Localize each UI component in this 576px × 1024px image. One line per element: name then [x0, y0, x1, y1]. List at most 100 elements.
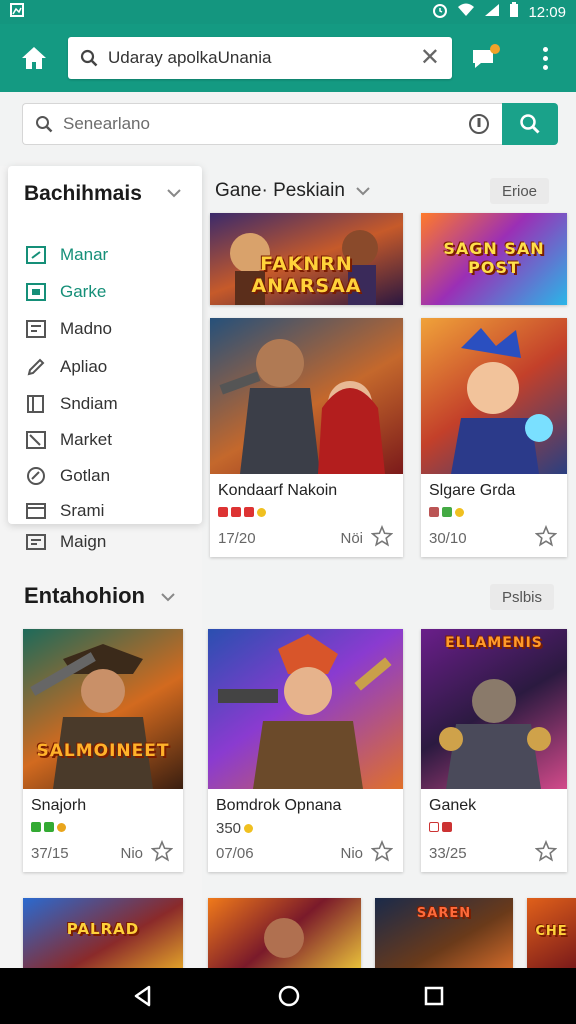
game-tags	[429, 822, 452, 832]
home-circle-icon[interactable]	[277, 984, 301, 1008]
game-card[interactable]: Bomdrok Opnana 350 07/06 Nio	[208, 629, 403, 872]
tag-icon	[218, 507, 228, 517]
badge-icon	[27, 467, 45, 485]
star-icon[interactable]	[535, 840, 557, 862]
tag-icon	[442, 822, 452, 832]
game-title: Ganek	[429, 797, 477, 814]
star-icon[interactable]	[535, 525, 557, 547]
recents-icon[interactable]	[423, 985, 445, 1007]
tag-icon	[244, 507, 254, 517]
game-art: SAREN	[375, 898, 513, 968]
game-rating: Nöi	[340, 530, 363, 547]
coin-icon	[455, 507, 464, 517]
game-card[interactable]: PALRAD	[23, 898, 183, 968]
game-art: ELLAMENIS	[421, 629, 567, 789]
game-meta: 30/10	[429, 530, 467, 547]
game-art: CHE	[527, 898, 576, 968]
category-item[interactable]: Apliao	[26, 354, 107, 380]
category-item[interactable]: Srami	[26, 498, 104, 524]
see-more-button[interactable]: Pslbis	[490, 584, 555, 610]
category-item[interactable]: Madno	[26, 316, 112, 342]
section-header-label: Gane· Peskiain	[215, 180, 345, 201]
tag-icon	[429, 507, 439, 517]
game-art: SAGN SAN POST	[421, 213, 567, 305]
game-art-title: CHE	[535, 924, 568, 939]
game-card[interactable]: SALMOINEET Snajorh 37/15 Nio	[23, 629, 183, 872]
chevron-down-icon	[356, 187, 370, 196]
category-item-label: Market	[60, 430, 112, 449]
category-item-label: Garke	[60, 282, 107, 301]
game-art-title: ELLAMENIS	[445, 635, 543, 651]
media-icon	[26, 320, 46, 338]
category-item-label: Srami	[60, 501, 105, 520]
home-icon	[22, 47, 46, 69]
category-item-label: Sndiam	[60, 394, 118, 413]
chevron-down-icon[interactable]	[166, 188, 182, 198]
filter-button[interactable]: Erioe	[490, 178, 550, 204]
app-bar: Udaray apolkaUnania ✕	[0, 24, 576, 92]
game-banner[interactable]: SAGN SAN POST	[421, 213, 567, 305]
back-icon[interactable]	[131, 984, 155, 1008]
star-icon[interactable]	[371, 840, 393, 862]
clear-icon[interactable]: ✕	[420, 46, 440, 70]
overflow-menu-button[interactable]	[514, 24, 576, 92]
game-banner[interactable]: FAKNRN ANARSAA	[210, 213, 403, 305]
category-item[interactable]: Garke	[26, 279, 106, 305]
messages-button[interactable]	[452, 24, 514, 92]
category-item-label: Apliao	[60, 357, 108, 376]
game-card[interactable]: SAREN	[375, 898, 513, 968]
game-card[interactable]: ELLAMENIS Ganek 33/25	[421, 629, 567, 872]
url-bar[interactable]: Udaray apolkaUnania ✕	[68, 37, 452, 79]
tag-icon	[31, 822, 41, 832]
section-header[interactable]: Gane· Peskiain	[215, 180, 371, 202]
category-item[interactable]: Gotlan	[26, 463, 110, 489]
star-icon[interactable]	[151, 840, 173, 862]
category-item-label: Manar	[60, 245, 109, 264]
game-price-value: 350	[216, 820, 242, 837]
search-placeholder: Senearlano	[63, 114, 150, 133]
star-icon[interactable]	[371, 525, 393, 547]
search-icon	[36, 116, 53, 133]
category-item[interactable]: Manar	[26, 242, 108, 268]
coin-icon	[257, 507, 266, 517]
game-title: Kondaarf Nakoin	[218, 482, 338, 499]
game-tags	[31, 822, 66, 832]
section-title[interactable]: Entahohion	[24, 583, 145, 609]
game-card[interactable]: CHE	[527, 898, 576, 968]
game-rating: Nio	[120, 845, 143, 862]
search-row: Senearlano	[22, 103, 558, 145]
game-card[interactable]: Kondaarf Nakoin 17/20 Nöi	[210, 318, 403, 557]
coin-icon	[57, 822, 66, 832]
game-tags	[218, 507, 266, 517]
game-card[interactable]: Slgare Grda 30/10	[421, 318, 567, 557]
category-dropdown: Bachihmais Manar Garke Madno Apliao Sndi…	[8, 166, 202, 524]
game-card[interactable]	[208, 898, 361, 968]
system-nav-bar	[0, 968, 576, 1024]
media-icon	[26, 534, 46, 550]
status-time: 12:09	[528, 3, 566, 21]
game-meta: 17/20	[218, 530, 256, 547]
chevron-down-icon[interactable]	[160, 592, 176, 602]
game-title: Slgare Grda	[429, 482, 516, 499]
category-item[interactable]: Sndiam	[26, 391, 118, 417]
game-tags	[429, 507, 464, 517]
notification-icon	[10, 3, 24, 21]
game-art: FAKNRN ANARSAA	[210, 213, 403, 305]
category-item-extra[interactable]: Maign	[26, 532, 106, 552]
category-item-label: Gotlan	[60, 466, 111, 485]
coin-icon	[244, 824, 254, 833]
home-button[interactable]	[0, 24, 68, 92]
game-art-title: FAKNRN ANARSAA	[251, 253, 362, 297]
info-icon[interactable]	[468, 113, 490, 135]
category-title[interactable]: Bachihmais	[24, 182, 142, 206]
search-button[interactable]	[502, 103, 558, 145]
search-input[interactable]: Senearlano	[22, 103, 502, 145]
search-icon	[520, 114, 540, 134]
game-art-title: SALMOINEET	[36, 741, 170, 761]
status-bar: 12:09	[0, 0, 576, 24]
game-meta: 37/15	[31, 845, 69, 862]
category-item[interactable]: Market	[26, 427, 112, 453]
category-item-label: Maign	[60, 532, 107, 551]
category-item-label: Madno	[60, 319, 112, 338]
game-art	[210, 318, 403, 474]
